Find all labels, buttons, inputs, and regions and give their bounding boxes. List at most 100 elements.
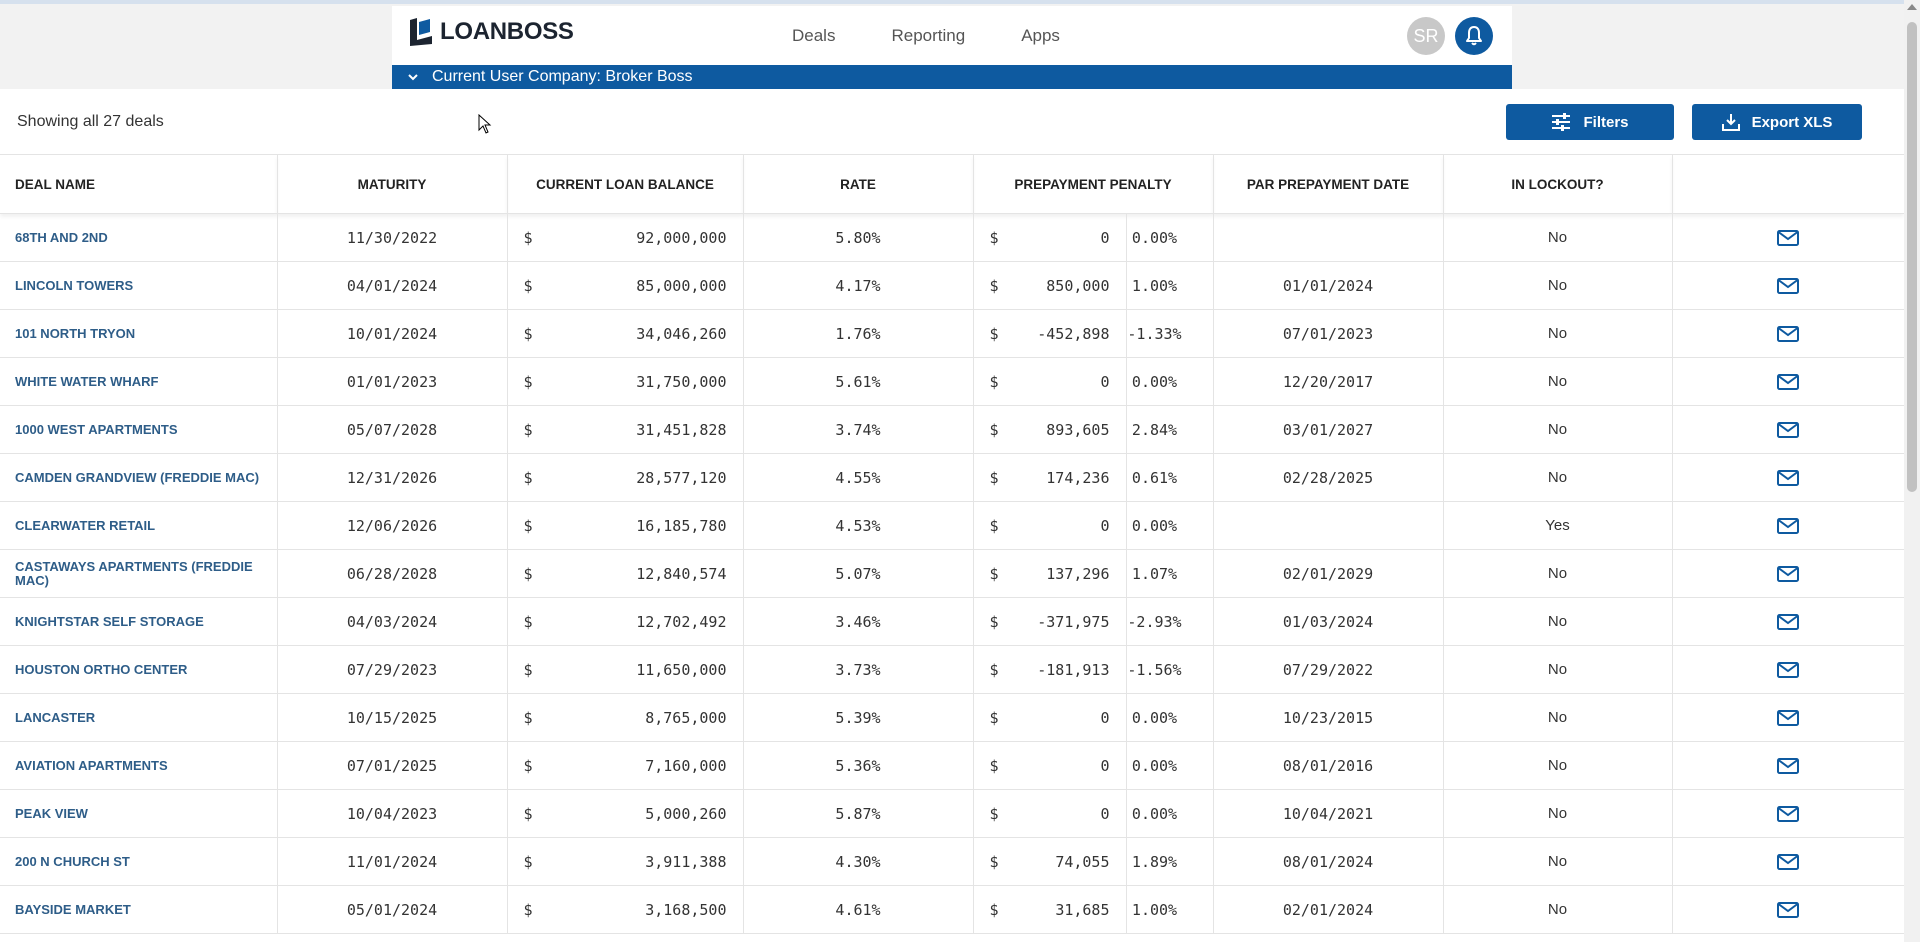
mail-icon[interactable] (1777, 374, 1799, 391)
penalty-amount: -371,975 (1037, 612, 1110, 631)
export-label: Export XLS (1751, 113, 1833, 131)
mail-icon[interactable] (1777, 902, 1799, 919)
table-row[interactable]: AVIATION APARTMENTS 07/01/2025 $ 7,160,0… (0, 741, 1905, 790)
mail-icon[interactable] (1777, 566, 1799, 583)
nav-deals[interactable]: Deals (792, 26, 835, 46)
nav-apps[interactable]: Apps (1021, 26, 1060, 46)
maturity-cell: 07/29/2023 (277, 645, 508, 694)
par-prepayment-date-cell: 08/01/2024 (1213, 837, 1444, 886)
col-deal-name[interactable]: DEAL NAME (0, 154, 278, 214)
balance-cell: $ 11,650,000 (507, 645, 744, 694)
logo[interactable]: LOANBOSS (408, 18, 574, 46)
prepayment-penalty-cell: $ 0 0.00% (973, 693, 1214, 742)
deal-name-link[interactable]: 200 N CHURCH ST (0, 837, 278, 886)
notifications-button[interactable] (1455, 17, 1493, 55)
mail-icon[interactable] (1777, 518, 1799, 535)
table-row[interactable]: HOUSTON ORTHO CENTER 07/29/2023 $ 11,650… (0, 645, 1905, 694)
deal-name-link[interactable]: LINCOLN TOWERS (0, 261, 278, 310)
lockout-cell: No (1443, 741, 1673, 790)
scrollbar-thumb[interactable] (1907, 22, 1917, 492)
export-xls-button[interactable]: Export XLS (1692, 104, 1862, 140)
table-row[interactable]: CLEARWATER RETAIL 12/06/2026 $ 16,185,78… (0, 501, 1905, 550)
deal-name-link[interactable]: WHITE WATER WHARF (0, 357, 278, 406)
table-row[interactable]: BAYSIDE MARKET 05/01/2024 $ 3,168,500 4.… (0, 885, 1905, 934)
lockout-cell: No (1443, 261, 1673, 310)
penalty-amount: 850,000 (1046, 276, 1110, 295)
currency-symbol: $ (989, 852, 999, 871)
mail-icon[interactable] (1777, 326, 1799, 343)
deal-name-link[interactable]: 1000 WEST APARTMENTS (0, 405, 278, 454)
mail-icon[interactable] (1777, 470, 1799, 487)
table-row[interactable]: CASTAWAYS APARTMENTS (FREDDIE MAC) 06/28… (0, 549, 1905, 598)
currency-symbol: $ (523, 804, 533, 823)
mail-icon[interactable] (1777, 230, 1799, 247)
deal-name-link[interactable]: 101 NORTH TRYON (0, 309, 278, 358)
mail-icon[interactable] (1777, 806, 1799, 823)
deal-name-link[interactable]: CAMDEN GRANDVIEW (FREDDIE MAC) (0, 453, 278, 502)
balance-value: 92,000,000 (636, 228, 727, 247)
deal-name-link[interactable]: BAYSIDE MARKET (0, 885, 278, 934)
maturity-cell: 05/01/2024 (277, 885, 508, 934)
currency-symbol: $ (523, 756, 533, 775)
deal-name-link[interactable]: 68TH AND 2ND (0, 213, 278, 262)
col-maturity[interactable]: MATURITY (277, 154, 508, 214)
mail-icon[interactable] (1777, 662, 1799, 679)
table-row[interactable]: 1000 WEST APARTMENTS 05/07/2028 $ 31,451… (0, 405, 1905, 454)
mail-icon[interactable] (1777, 278, 1799, 295)
rate-cell: 5.80% (743, 213, 974, 262)
penalty-percent: 1.07% (1131, 564, 1178, 583)
deal-name-link[interactable]: CASTAWAYS APARTMENTS (FREDDIE MAC) (0, 549, 278, 598)
par-prepayment-date-cell: 01/01/2024 (1213, 261, 1444, 310)
col-par-prepayment-date[interactable]: PAR PREPAYMENT DATE (1213, 154, 1444, 214)
par-prepayment-date-cell: 12/20/2017 (1213, 357, 1444, 406)
penalty-amount: 0 (1100, 372, 1110, 391)
deals-count: Showing all 27 deals (17, 113, 164, 130)
company-bar[interactable]: Current User Company: Broker Boss (392, 65, 1512, 89)
deal-name-link[interactable]: CLEARWATER RETAIL (0, 501, 278, 550)
col-current-loan-balance[interactable]: CURRENT LOAN BALANCE (507, 154, 744, 214)
deal-name-link[interactable]: HOUSTON ORTHO CENTER (0, 645, 278, 694)
deal-name-link[interactable]: PEAK VIEW (0, 789, 278, 838)
mail-icon[interactable] (1777, 710, 1799, 727)
table-row[interactable]: LINCOLN TOWERS 04/01/2024 $ 85,000,000 4… (0, 261, 1905, 310)
table-row[interactable]: WHITE WATER WHARF 01/01/2023 $ 31,750,00… (0, 357, 1905, 406)
avatar[interactable]: SR (1407, 17, 1445, 55)
logo-text: LOANBOSS (440, 18, 574, 45)
table-header-row: DEAL NAME MATURITY CURRENT LOAN BALANCE … (0, 154, 1905, 214)
deal-name-link[interactable]: KNIGHTSTAR SELF STORAGE (0, 597, 278, 646)
col-rate[interactable]: RATE (743, 154, 974, 214)
penalty-percent: -1.33% (1127, 324, 1182, 343)
deal-name-link[interactable]: AVIATION APARTMENTS (0, 741, 278, 790)
lockout-cell: No (1443, 693, 1673, 742)
scroll-up-arrow[interactable] (1907, 4, 1917, 10)
balance-cell: $ 12,840,574 (507, 549, 744, 598)
actions-cell (1672, 789, 1905, 838)
table-row[interactable]: LANCASTER 10/15/2025 $ 8,765,000 5.39% $… (0, 693, 1905, 742)
mail-icon[interactable] (1777, 758, 1799, 775)
lockout-cell: No (1443, 453, 1673, 502)
deal-name-link[interactable]: LANCASTER (0, 693, 278, 742)
table-row[interactable]: 200 N CHURCH ST 11/01/2024 $ 3,911,388 4… (0, 837, 1905, 886)
table-row[interactable]: KNIGHTSTAR SELF STORAGE 04/03/2024 $ 12,… (0, 597, 1905, 646)
lockout-cell: No (1443, 549, 1673, 598)
actions-cell (1672, 741, 1905, 790)
currency-symbol: $ (523, 228, 533, 247)
table-row[interactable]: 68TH AND 2ND 11/30/2022 $ 92,000,000 5.8… (0, 213, 1905, 262)
mail-icon[interactable] (1777, 614, 1799, 631)
table-row[interactable]: 101 NORTH TRYON 10/01/2024 $ 34,046,260 … (0, 309, 1905, 358)
balance-value: 12,840,574 (636, 564, 727, 583)
filters-button[interactable]: Filters (1506, 104, 1674, 140)
actions-cell (1672, 885, 1905, 934)
lockout-cell: No (1443, 837, 1673, 886)
table-row[interactable]: CAMDEN GRANDVIEW (FREDDIE MAC) 12/31/202… (0, 453, 1905, 502)
nav-reporting[interactable]: Reporting (891, 26, 965, 46)
mail-icon[interactable] (1777, 422, 1799, 439)
penalty-percent: -1.56% (1127, 660, 1182, 679)
col-in-lockout[interactable]: IN LOCKOUT? (1443, 154, 1673, 214)
lockout-cell: No (1443, 789, 1673, 838)
mail-icon[interactable] (1777, 854, 1799, 871)
prepayment-penalty-cell: $ 137,296 1.07% (973, 549, 1214, 598)
page-scrollbar[interactable] (1904, 0, 1920, 942)
table-row[interactable]: PEAK VIEW 10/04/2023 $ 5,000,260 5.87% $… (0, 789, 1905, 838)
col-prepayment-penalty[interactable]: PREPAYMENT PENALTY (973, 154, 1214, 214)
